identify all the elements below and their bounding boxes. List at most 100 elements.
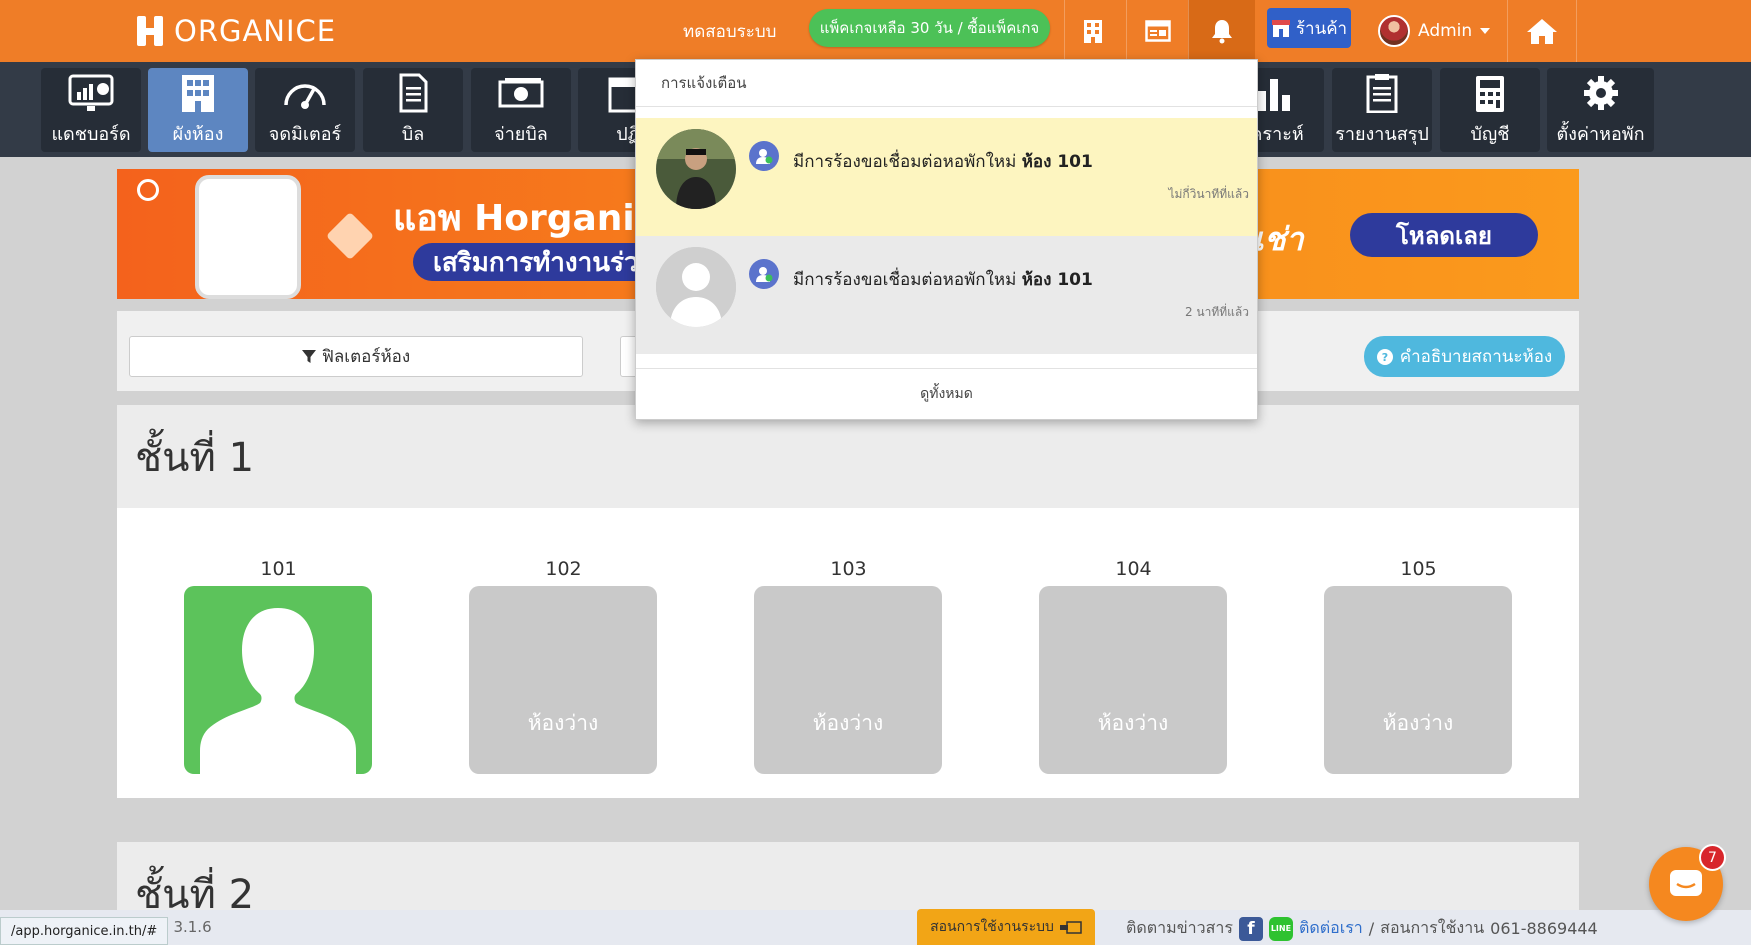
footer-links: ติดตามข่าวสาร f LINE ติดต่อเรา / สอนการใ… <box>1126 916 1598 941</box>
line-icon[interactable]: LINE <box>1268 916 1293 941</box>
nav-label: บิล <box>401 123 425 145</box>
user-add-icon <box>749 259 779 289</box>
notification-dropdown: การแจ้งเตือน มีการร้องขอเชื่อมต่อหอพักให… <box>635 59 1258 420</box>
user-add-icon <box>749 141 779 171</box>
nav-label: ตั้งค่าหอพัก <box>1556 123 1645 145</box>
building-top-button[interactable] <box>1064 0 1121 62</box>
room-status-legend-label: คำอธิบายสถานะห้อง <box>1399 347 1553 367</box>
calculator-icon <box>1476 75 1504 112</box>
dashboard-icon <box>68 74 114 111</box>
system-guide-button[interactable]: สอนการใช้งานระบบ <box>917 909 1095 945</box>
bell-icon <box>1212 20 1232 44</box>
room-card[interactable]: 105 ห้องว่าง <box>1324 558 1513 774</box>
user-avatar <box>656 129 736 209</box>
filter-icon <box>301 349 316 363</box>
admin-label: Admin <box>1418 21 1473 41</box>
notification-text: มีการร้องขอเชื่อมต่อหอพักใหม่ <box>793 152 1017 172</box>
room-number: 102 <box>545 558 582 580</box>
shop-button[interactable]: ร้านค้า <box>1267 8 1351 48</box>
nav-item-meter[interactable]: จดมิเตอร์ <box>255 68 355 152</box>
building-icon <box>182 74 214 112</box>
room-number: 105 <box>1400 558 1437 580</box>
banner-subtitle: เสริมการทำงานร่ว <box>413 243 659 281</box>
download-button[interactable]: โหลดเลย <box>1350 213 1538 257</box>
building-icon <box>1084 20 1102 43</box>
package-button[interactable]: แพ็คเกจเหลือ 30 วัน / ซื้อแพ็คเกจ <box>809 9 1050 47</box>
notification-message: มีการร้องขอเชื่อมต่อหอพักใหม่ ห้อง 101 <box>793 148 1093 175</box>
question-circle-icon: ? <box>1376 348 1393 365</box>
view-all-notifications-link[interactable]: ดูทั้งหมด <box>636 368 1257 419</box>
nav-item-pay-bill[interactable]: จ่ายบิล <box>471 68 571 152</box>
room-filter-button[interactable]: ฟิลเตอร์ห้อง <box>129 336 583 377</box>
nav-item-settings[interactable]: ตั้งค่าหอพัก <box>1547 68 1654 152</box>
notification-time: 2 นาทีที่แล้ว <box>1184 305 1249 319</box>
diamond-decoration <box>325 211 375 261</box>
logo-text: ORGANICE <box>174 14 337 48</box>
nav-item-summary-report[interactable]: รายงานสรุป <box>1332 68 1432 152</box>
svg-text:?: ? <box>1382 351 1388 364</box>
home-button[interactable] <box>1507 0 1577 62</box>
phone-number[interactable]: 061-8869444 <box>1490 919 1598 938</box>
notification-time: ไม่กี่วินาทีที่แล้ว <box>1168 187 1249 201</box>
user-avatar-placeholder <box>656 247 736 327</box>
room-box-vacant[interactable]: ห้องว่าง <box>469 586 657 774</box>
notification-button[interactable] <box>1188 0 1255 62</box>
nav-label: รายงานสรุป <box>1335 123 1429 145</box>
room-box-vacant[interactable]: ห้องว่าง <box>754 586 942 774</box>
clipboard-icon <box>1366 73 1398 113</box>
facebook-icon[interactable]: f <box>1238 916 1263 941</box>
room-number: 104 <box>1115 558 1152 580</box>
room-card[interactable]: 101 <box>184 558 373 774</box>
room-number: 101 <box>260 558 297 580</box>
shop-label: ร้านค้า <box>1295 18 1348 39</box>
notification-item[interactable]: มีการร้องขอเชื่อมต่อหอพักใหม่ ห้อง 101 ไ… <box>636 118 1257 236</box>
top-bar: ORGANICE ทดสอบระบบ แพ็คเกจเหลือ 30 วัน /… <box>0 0 1751 62</box>
room-box-vacant[interactable]: ห้องว่าง <box>1039 586 1227 774</box>
room-status-legend-button[interactable]: ? คำอธิบายสถานะห้อง <box>1364 336 1565 377</box>
nav-item-dashboard[interactable]: แดชบอร์ด <box>41 68 141 152</box>
room-box-occupied[interactable] <box>184 586 372 774</box>
home-icon <box>1527 19 1557 44</box>
banner-right-text: เช่า <box>1253 220 1304 258</box>
notification-room: ห้อง 101 <box>1021 270 1093 290</box>
tenant-person-icon <box>200 608 356 774</box>
notification-item[interactable]: มีการร้องขอเชื่อมต่อหอพักใหม่ ห้อง 101 2… <box>636 236 1257 354</box>
logo-mark-icon <box>134 13 170 49</box>
notification-header: การแจ้งเตือน <box>636 60 1257 107</box>
document-icon <box>399 73 428 112</box>
notification-message: มีการร้องขอเชื่อมต่อหอพักใหม่ ห้อง 101 <box>793 266 1093 293</box>
room-card[interactable]: 102 ห้องว่าง <box>469 558 658 774</box>
room-card[interactable]: 103 ห้องว่าง <box>754 558 943 774</box>
usage-label: สอนการใช้งาน <box>1380 918 1485 937</box>
chat-unread-badge: 7 <box>1699 844 1726 871</box>
contact-link[interactable]: ติดต่อเรา <box>1299 916 1363 941</box>
notification-text: มีการร้องขอเชื่อมต่อหอพักใหม่ <box>793 270 1017 290</box>
nav-item-bill[interactable]: บิล <box>363 68 463 152</box>
floor-section: ชั้นที่ 1 101 102 ห้องว่าง 103 ห้องว่าง … <box>117 405 1579 798</box>
floor-title: ชั้นที่ 1 <box>117 405 1579 508</box>
hand-pointer-icon <box>1059 921 1082 934</box>
room-card[interactable]: 104 ห้องว่าง <box>1039 558 1228 774</box>
news-label: ติดตามข่าวสาร <box>1126 918 1233 937</box>
chat-icon <box>1670 870 1702 896</box>
system-guide-label: สอนการใช้งานระบบ <box>930 919 1054 935</box>
separator: / <box>1368 919 1375 938</box>
phone-mockup-image <box>195 175 301 299</box>
circle-decoration <box>137 179 159 201</box>
nav-item-room-plan[interactable]: ผังห้อง <box>148 68 248 152</box>
nav-label: จ่ายบิล <box>494 123 548 145</box>
nav-label: จดมิเตอร์ <box>268 123 342 145</box>
notification-room: ห้อง 101 <box>1021 152 1093 172</box>
nav-item-accounting[interactable]: บัญชี <box>1440 68 1540 152</box>
window-top-button[interactable] <box>1126 0 1188 62</box>
trial-label[interactable]: ทดสอบระบบ <box>683 18 776 45</box>
admin-menu[interactable]: Admin <box>1378 0 1491 62</box>
shop-icon <box>1271 20 1290 37</box>
logo[interactable]: ORGANICE <box>134 9 336 53</box>
caret-down-icon <box>1480 28 1491 34</box>
nav-label: แดชบอร์ด <box>51 123 131 145</box>
gear-icon <box>1583 75 1618 110</box>
room-box-vacant[interactable]: ห้องว่าง <box>1324 586 1512 774</box>
room-filter-label: ฟิลเตอร์ห้อง <box>321 347 411 367</box>
banner-title: แอพ Horganic <box>393 198 657 239</box>
